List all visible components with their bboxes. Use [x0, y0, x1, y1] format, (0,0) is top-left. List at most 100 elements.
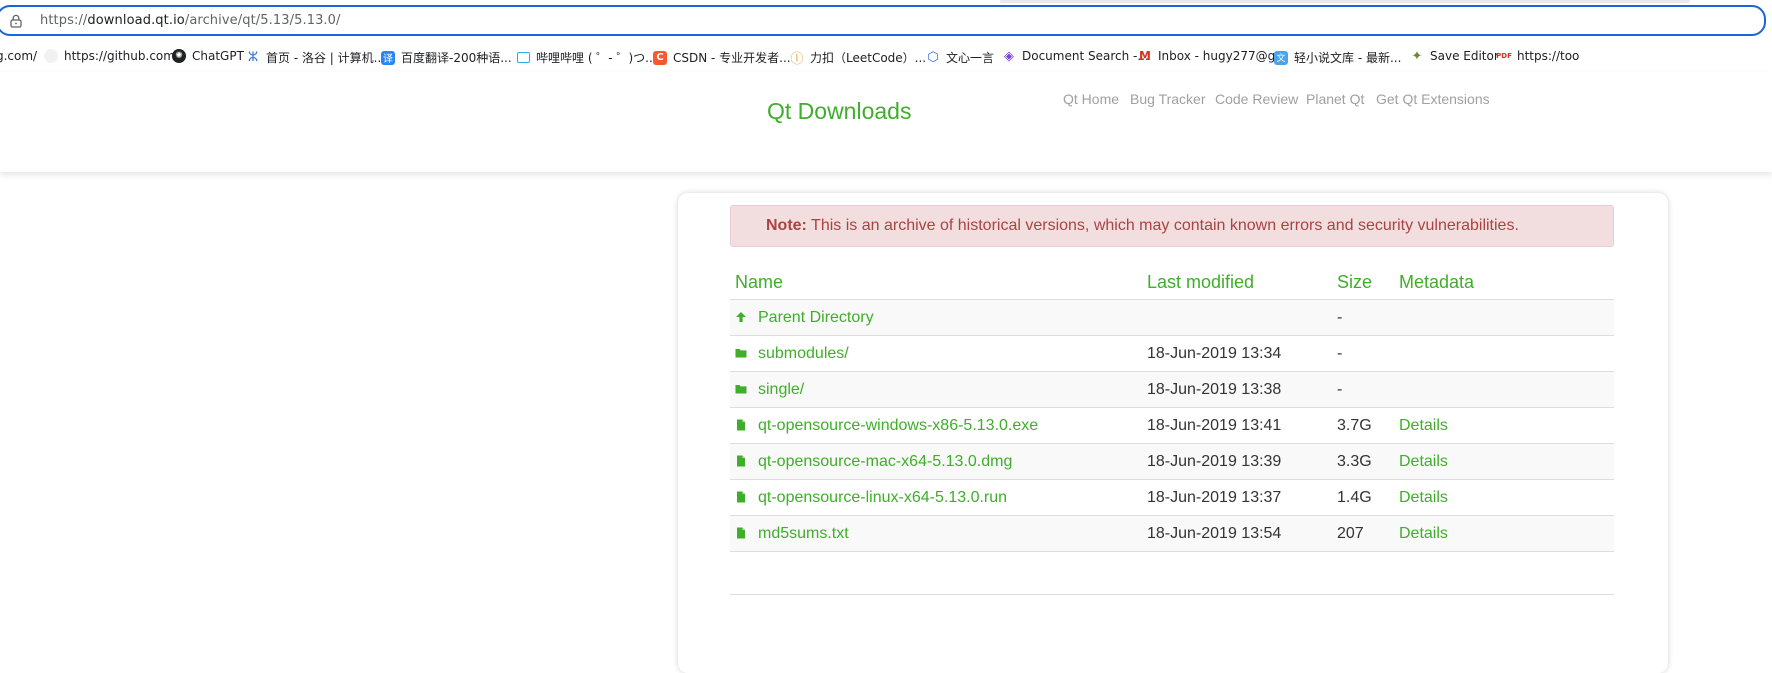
bookmark-label: ChatGPT — [192, 49, 244, 63]
leetcode-icon: ⓛ — [790, 52, 804, 67]
details-link[interactable]: Details — [1399, 417, 1448, 434]
file-icon — [737, 527, 745, 538]
table-row: qt-opensource-linux-x64-5.13.0.run 18-Ju… — [730, 479, 1614, 516]
column-header-metadata[interactable]: Metadata — [1394, 265, 1614, 300]
modified-cell: 18-Jun-2019 13:39 — [1142, 443, 1332, 480]
name-cell: qt-opensource-mac-x64-5.13.0.dmg — [730, 443, 1142, 480]
bookmark-item[interactable]: ⵣ 首页 - 洛谷 | 计算机... — [246, 49, 385, 66]
file-icon — [737, 419, 745, 430]
bookmark-item[interactable]: g.com/ — [0, 49, 37, 63]
details-link[interactable]: Details — [1399, 525, 1448, 542]
name-cell: qt-opensource-linux-x64-5.13.0.run — [730, 479, 1142, 516]
table-row: submodules/ 18-Jun-2019 13:34 - — [730, 335, 1614, 372]
nav-get-qt-extensions[interactable]: Get Qt Extensions — [1376, 91, 1490, 107]
site-title[interactable]: Qt Downloads — [767, 98, 911, 125]
entry-link[interactable]: md5sums.txt — [758, 525, 849, 542]
bookmark-label: 首页 - 洛谷 | 计算机... — [266, 51, 386, 65]
bookmark-item[interactable]: ✺ ChatGPT — [172, 49, 244, 63]
bookmark-item[interactable]: PDF https://too — [1496, 49, 1579, 63]
wenxin-icon: ⬡ — [927, 50, 939, 65]
luogu-icon: ⵣ — [247, 50, 259, 65]
name-cell: submodules/ — [730, 335, 1142, 372]
folder-icon — [735, 348, 747, 357]
entry-link[interactable]: qt-opensource-windows-x86-5.13.0.exe — [758, 417, 1038, 434]
bookmark-label: 文心一言 — [946, 51, 995, 65]
bookmark-item[interactable]: 文 轻小说文库 - 最新... — [1274, 49, 1401, 66]
metadata-cell: Details — [1394, 407, 1614, 444]
modified-cell: 18-Jun-2019 13:37 — [1142, 479, 1332, 516]
url-host: download.qt.io — [87, 13, 185, 28]
entry-link[interactable]: Parent Directory — [758, 309, 874, 326]
bookmark-item[interactable]: ✦ Save Editor — [1410, 48, 1499, 64]
pdf24-icon: PDF — [1496, 51, 1512, 60]
bookmark-label: 百度翻译-200种语... — [401, 51, 512, 65]
name-cell: Parent Directory — [730, 299, 1142, 336]
lock-icon[interactable] — [10, 14, 22, 28]
bookmarks-bar: g.com/ https://github.com/ ✺ ChatGPT ⵣ 首… — [0, 42, 1772, 72]
archive-note: Note: This is an archive of historical v… — [730, 205, 1614, 247]
metadata-cell: Details — [1394, 479, 1614, 516]
modified-cell: 18-Jun-2019 13:34 — [1142, 335, 1332, 372]
name-cell: qt-opensource-windows-x86-5.13.0.exe — [730, 407, 1142, 444]
metadata-cell — [1394, 299, 1614, 336]
column-header-size[interactable]: Size — [1332, 265, 1394, 300]
browser-toolbar: https://download.qt.io/archive/qt/5.13/5… — [0, 0, 1772, 40]
metadata-cell: Details — [1394, 443, 1614, 480]
wenku-icon: 文 — [1274, 50, 1288, 65]
entry-link[interactable]: qt-opensource-mac-x64-5.13.0.dmg — [758, 453, 1012, 470]
bookmark-label: 轻小说文库 - 最新... — [1294, 51, 1402, 65]
column-header-name[interactable]: Name — [730, 265, 1142, 300]
content-card: Note: This is an archive of historical v… — [678, 193, 1668, 673]
bookmark-label: Inbox - hugy277@g... — [1158, 49, 1287, 63]
address-url[interactable]: https://download.qt.io/archive/qt/5.13/5… — [40, 13, 341, 28]
tab-strip-edge — [1000, 0, 1690, 3]
gmail-icon: M — [1139, 49, 1151, 63]
column-header-last-modified[interactable]: Last modified — [1142, 265, 1332, 300]
bookmark-item[interactable]: 译 百度翻译-200种语... — [381, 49, 512, 66]
size-cell: - — [1332, 335, 1394, 372]
size-cell: 207 — [1332, 515, 1394, 552]
bookmark-item[interactable]: C CSDN - 专业开发者... — [653, 49, 791, 66]
bookmark-item[interactable]: https://github.com/ — [44, 49, 179, 63]
entry-link[interactable]: single/ — [758, 381, 804, 398]
metadata-cell — [1394, 335, 1614, 372]
nav-code-review[interactable]: Code Review — [1215, 91, 1298, 107]
table-row: md5sums.txt 18-Jun-2019 13:54 207 Detail… — [730, 515, 1614, 552]
bookmark-label: g.com/ — [0, 49, 38, 63]
file-icon — [737, 491, 745, 502]
bookmark-item[interactable]: ⓛ 力扣（LeetCode）... — [790, 49, 927, 67]
url-path: /archive/qt/5.13/5.13.0/ — [184, 13, 341, 28]
nav-bug-tracker[interactable]: Bug Tracker — [1130, 91, 1205, 107]
details-link[interactable]: Details — [1399, 489, 1448, 506]
bookmark-item[interactable]: 哔哩哔哩 ( ゜- ゜)つ... — [517, 49, 657, 66]
table-row: Parent Directory - — [730, 299, 1614, 336]
modified-cell — [1142, 299, 1332, 336]
file-listing-table: Name Last modified Size Metadata Parent … — [730, 265, 1614, 552]
entry-link[interactable]: submodules/ — [758, 345, 849, 362]
note-text: This is an archive of historical version… — [811, 217, 1519, 234]
size-cell: 3.3G — [1332, 443, 1394, 480]
bookmark-item[interactable]: ⬡ 文心一言 — [926, 49, 994, 66]
bookmark-label: 力扣（LeetCode）... — [810, 51, 927, 65]
save-editor-icon: ✦ — [1411, 48, 1423, 64]
bookmark-item[interactable]: M Inbox - hugy277@g... — [1138, 49, 1287, 63]
bookmark-item[interactable]: ◈ Document Search -... — [1002, 48, 1149, 64]
bookmark-label: 哔哩哔哩 ( ゜- ゜)つ... — [536, 51, 657, 65]
note-label: Note: — [766, 217, 807, 234]
file-icon — [737, 455, 745, 466]
docsearch-icon: ◈ — [1004, 48, 1014, 64]
bookmark-label: Save Editor — [1430, 49, 1499, 63]
nav-qt-home[interactable]: Qt Home — [1063, 91, 1119, 107]
name-cell: single/ — [730, 371, 1142, 408]
modified-cell: 18-Jun-2019 13:38 — [1142, 371, 1332, 408]
address-bar[interactable]: https://download.qt.io/archive/qt/5.13/5… — [0, 5, 1766, 36]
nav-planet-qt[interactable]: Planet Qt — [1306, 91, 1364, 107]
table-header-row: Name Last modified Size Metadata — [730, 265, 1614, 300]
github-icon — [44, 49, 58, 63]
baidu-translate-icon: 译 — [381, 50, 395, 65]
details-link[interactable]: Details — [1399, 453, 1448, 470]
table-bottom-divider — [730, 594, 1614, 595]
name-cell: md5sums.txt — [730, 515, 1142, 552]
entry-link[interactable]: qt-opensource-linux-x64-5.13.0.run — [758, 489, 1007, 506]
arrow-up-icon — [736, 311, 746, 322]
